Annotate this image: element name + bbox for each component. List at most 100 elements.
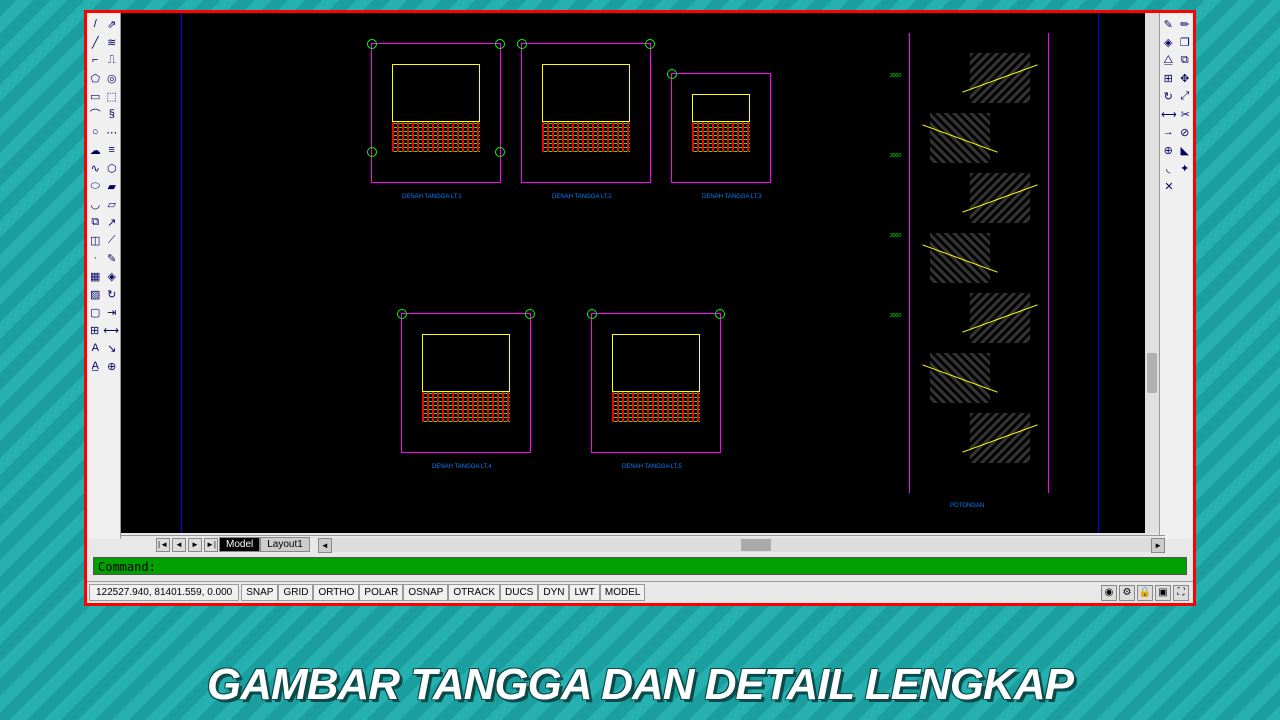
revision-cloud-icon[interactable]: ☁ xyxy=(88,142,103,158)
status-toggle-snap[interactable]: SNAP xyxy=(241,584,278,601)
move-icon[interactable]: ✥ xyxy=(1178,70,1193,86)
mtext-icon[interactable]: A̲ xyxy=(88,358,103,374)
arc-icon[interactable]: ⌒ xyxy=(88,106,103,122)
status-toggle-polar[interactable]: POLAR xyxy=(359,584,403,601)
vertical-scrollbar[interactable] xyxy=(1145,13,1159,533)
divide-icon[interactable]: ⋯ xyxy=(105,124,120,140)
model-space-viewport[interactable]: DENAH TANGGA LT.1 DENAH TANGGA LT.2 DENA… xyxy=(121,13,1159,533)
stretch-icon[interactable]: ⟷ xyxy=(1161,106,1177,122)
scale-icon[interactable]: ⤢ xyxy=(1178,88,1193,104)
ellipse-icon[interactable]: ⬭ xyxy=(88,178,103,194)
table-icon[interactable]: ⊞ xyxy=(88,322,101,338)
model-paper-toggle-icon[interactable]: ◉ xyxy=(1101,585,1117,601)
helix-icon[interactable]: § xyxy=(105,106,120,122)
grid-bubble-icon xyxy=(397,309,407,319)
tab-nav-prev[interactable]: ◄ xyxy=(172,538,186,552)
explode-icon[interactable]: ✦ xyxy=(1178,160,1193,176)
trace-icon[interactable]: ▱ xyxy=(105,196,120,212)
grid-bubble-icon xyxy=(367,147,377,157)
extend-icon[interactable]: → xyxy=(1161,124,1176,140)
status-toggle-ducs[interactable]: DUCS xyxy=(500,584,538,601)
floor-plan-2: DENAH TANGGA LT.2 xyxy=(521,43,651,183)
hardware-accel-icon[interactable]: ▣ xyxy=(1155,585,1171,601)
make-block-icon[interactable]: ◫ xyxy=(88,232,103,248)
spline-icon[interactable]: ∿ xyxy=(88,160,103,176)
fillet-icon[interactable]: ◟ xyxy=(1161,160,1176,176)
line-icon[interactable]: / xyxy=(88,16,103,32)
polyline-icon[interactable]: ⌐ xyxy=(88,52,103,68)
rev-icon[interactable]: ↻ xyxy=(105,286,120,302)
array-icon[interactable]: ⊞ xyxy=(1161,70,1176,86)
gradient-icon[interactable]: ▨ xyxy=(88,286,103,302)
stair-flight-icon xyxy=(930,353,990,403)
tol-icon[interactable]: ⊕ xyxy=(105,358,120,374)
boundary-icon[interactable]: ⬡ xyxy=(105,160,120,176)
rectangle-icon[interactable]: ▭ xyxy=(88,88,103,104)
construction-line-icon[interactable]: ╱ xyxy=(88,34,103,50)
tab-layout1[interactable]: Layout1 xyxy=(260,537,310,552)
trim-icon[interactable]: ✂ xyxy=(1179,106,1192,122)
layer-icon[interactable]: ◈ xyxy=(1161,34,1176,50)
donut-icon[interactable]: ◎ xyxy=(105,70,120,86)
command-line-input[interactable]: Command: xyxy=(93,557,1187,575)
properties-icon[interactable]: ✎ xyxy=(1161,16,1176,32)
offset-icon[interactable]: ⧉ xyxy=(1178,52,1193,68)
ray2-icon[interactable]: ↗ xyxy=(105,214,120,230)
ray-icon[interactable]: ⇗ xyxy=(105,16,120,32)
join-icon[interactable]: ⊕ xyxy=(1161,142,1176,158)
banner-title: GAMBAR TANGGA DAN DETAIL LENGKAP xyxy=(0,660,1280,710)
3dpoly-icon[interactable]: ⎍ xyxy=(105,52,120,68)
status-toggle-osnap[interactable]: OSNAP xyxy=(403,584,448,601)
modify-toolbar-right: ✎✏◈❐⧋⧉⊞✥↻⤢⟷✂→⊘⊕◣◟✦✕ xyxy=(1159,13,1193,539)
drawing-title: POTONGAN xyxy=(950,503,984,509)
text-icon[interactable]: A xyxy=(88,340,103,356)
tab-nav-first[interactable]: |◄ xyxy=(156,538,170,552)
region-icon[interactable]: ▢ xyxy=(88,304,103,320)
xline-icon[interactable]: ⟋ xyxy=(105,232,120,248)
drawing-title: DENAH TANGGA LT.4 xyxy=(432,464,492,470)
dimension-text: 3000 xyxy=(890,153,901,159)
multiline-icon[interactable]: ≋ xyxy=(105,34,120,50)
coordinate-display[interactable]: 122527.940, 81401.559, 0.000 xyxy=(89,584,239,601)
tab-nav-last[interactable]: ►| xyxy=(204,538,218,552)
layout-tab-bar: |◄ ◄ ► ►| Model Layout1 xyxy=(121,535,1165,553)
3dface-icon[interactable]: ◈ xyxy=(105,268,120,284)
clean-screen-icon[interactable]: ⛶ xyxy=(1173,585,1189,601)
measure-icon[interactable]: ≡ xyxy=(105,142,120,158)
horizontal-scrollbar[interactable] xyxy=(318,538,1165,552)
quick-properties-icon[interactable]: ⚙ xyxy=(1119,585,1135,601)
erase-icon[interactable]: ✕ xyxy=(1161,178,1177,194)
dim-icon[interactable]: ⟷ xyxy=(103,322,119,338)
status-toggle-lwt[interactable]: LWT xyxy=(569,584,599,601)
sketch-icon[interactable]: ✎ xyxy=(105,250,120,266)
status-toggle-grid[interactable]: GRID xyxy=(278,584,313,601)
mirror-icon[interactable]: ⧋ xyxy=(1161,52,1176,68)
draw-toolbar-left: /⇗╱≋⌐⎍⬠◎▭⬚⌒§○⋯☁≡∿⬡⬭▰◡▱⧉↗◫⟋·✎▦◈▨↻▢⇥⊞⟷A↘A̲… xyxy=(87,13,121,539)
stair-flight-icon xyxy=(930,233,990,283)
ellipse-arc-icon[interactable]: ◡ xyxy=(88,196,103,212)
status-toggle-model[interactable]: MODEL xyxy=(600,584,646,601)
floor-plan-3: DENAH TANGGA LT.3 xyxy=(671,73,771,183)
wipeout-icon[interactable]: ⬚ xyxy=(105,88,120,104)
tab-nav-next[interactable]: ► xyxy=(188,538,202,552)
rotate-icon[interactable]: ↻ xyxy=(1161,88,1176,104)
match-icon[interactable]: ✏ xyxy=(1178,16,1193,32)
solid-icon[interactable]: ▰ xyxy=(105,178,120,194)
status-toggle-dyn[interactable]: DYN xyxy=(538,584,569,601)
chamfer-icon[interactable]: ◣ xyxy=(1178,142,1193,158)
floor-plan-1: DENAH TANGGA LT.1 xyxy=(371,43,501,183)
status-toggle-ortho[interactable]: ORTHO xyxy=(313,584,359,601)
circle-icon[interactable]: ○ xyxy=(88,124,103,140)
grid-bubble-icon xyxy=(495,39,505,49)
break-icon[interactable]: ⊘ xyxy=(1178,124,1193,140)
ext-icon[interactable]: ⇥ xyxy=(105,304,120,320)
hatch-icon[interactable]: ▦ xyxy=(88,268,103,284)
status-toggle-otrack[interactable]: OTRACK xyxy=(448,584,500,601)
tab-model[interactable]: Model xyxy=(219,537,260,552)
lock-ui-icon[interactable]: 🔒 xyxy=(1137,585,1153,601)
insert-block-icon[interactable]: ⧉ xyxy=(88,214,103,230)
polygon-icon[interactable]: ⬠ xyxy=(88,70,103,86)
lead-icon[interactable]: ↘ xyxy=(105,340,120,356)
copy-icon[interactable]: ❐ xyxy=(1178,34,1193,50)
point-icon[interactable]: · xyxy=(88,250,103,266)
